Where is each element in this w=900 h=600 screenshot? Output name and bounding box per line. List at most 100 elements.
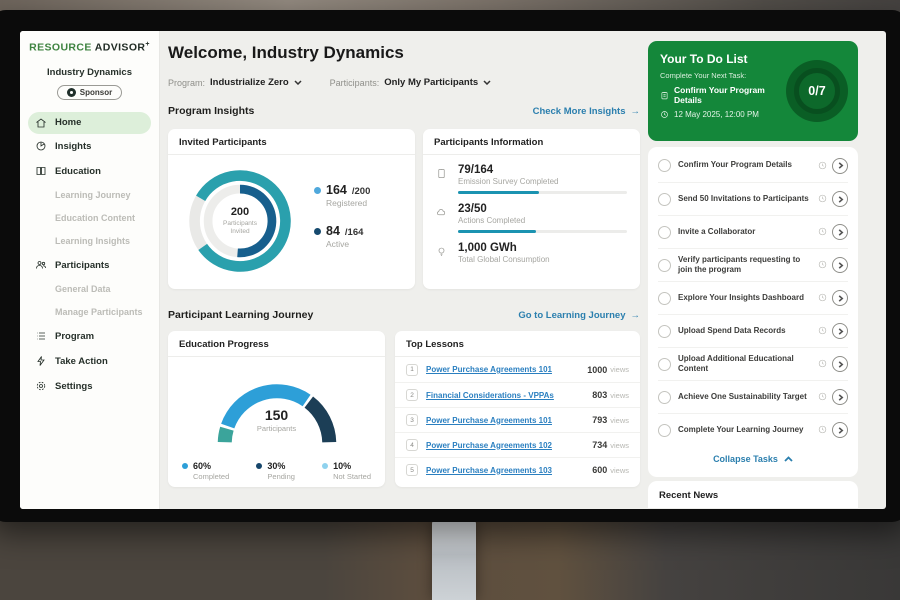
sidebar-item-manage-participants[interactable]: Manage Participants bbox=[20, 301, 159, 324]
education-gauge-chart: 150 Participants bbox=[202, 367, 352, 453]
task-clock-icon bbox=[818, 223, 827, 241]
task-go-button[interactable] bbox=[832, 290, 848, 306]
legend-value: 84 bbox=[326, 224, 340, 238]
check-more-insights-link[interactable]: Check More Insights → bbox=[533, 106, 640, 117]
clipboard-icon bbox=[660, 91, 669, 100]
sidebar-nav: Home Insights Education Learning Journey… bbox=[20, 112, 159, 399]
task-checkbox[interactable] bbox=[658, 226, 671, 239]
sidebar-item-label: Program bbox=[55, 331, 94, 342]
legend-pct: 30% bbox=[267, 461, 295, 471]
sponsor-badge: Sponsor bbox=[57, 85, 122, 100]
donut-center-label: 200 Participants Invited bbox=[182, 163, 298, 279]
lesson-link[interactable]: Power Purchase Agreements 101 bbox=[426, 416, 592, 425]
sidebar-item-settings[interactable]: Settings bbox=[20, 374, 159, 399]
people-icon bbox=[35, 259, 47, 271]
collapse-label: Collapse Tasks bbox=[713, 454, 778, 464]
task-checkbox[interactable] bbox=[658, 193, 671, 206]
lesson-views: 793 bbox=[592, 415, 607, 425]
program-dropdown[interactable]: Program: Industrialize Zero bbox=[168, 77, 302, 88]
sidebar-item-take-action[interactable]: Take Action bbox=[20, 349, 159, 374]
sidebar-item-learning-journey[interactable]: Learning Journey bbox=[20, 184, 159, 207]
sponsor-icon bbox=[67, 88, 76, 97]
task-checkbox[interactable] bbox=[658, 391, 671, 404]
task-label: Complete Your Learning Journey bbox=[678, 425, 813, 435]
donut-legend: 164 /200 Registered 84 /164 Active bbox=[314, 183, 370, 265]
sidebar-item-education-content[interactable]: Education Content bbox=[20, 207, 159, 230]
task-checkbox[interactable] bbox=[658, 358, 671, 371]
progress-track bbox=[458, 191, 627, 194]
task-label: Upload Spend Data Records bbox=[678, 326, 813, 336]
lesson-link[interactable]: Power Purchase Agreements 102 bbox=[426, 441, 592, 450]
sidebar-item-home[interactable]: Home bbox=[28, 112, 151, 134]
donut-center-value: 200 bbox=[231, 206, 249, 218]
task-go-button[interactable] bbox=[832, 257, 848, 273]
clock-icon bbox=[660, 110, 669, 119]
card-title: Top Lessons bbox=[395, 331, 640, 357]
sidebar-item-participants[interactable]: Participants bbox=[20, 253, 159, 278]
task-row: Complete Your Learning Journey bbox=[658, 413, 848, 446]
participants-label: Participants: bbox=[330, 78, 380, 88]
card-title: Education Progress bbox=[168, 331, 385, 357]
go-to-learning-journey-link[interactable]: Go to Learning Journey → bbox=[518, 310, 640, 321]
lesson-rank: 5 bbox=[406, 464, 418, 476]
gauge-center-label: 150 Participants bbox=[202, 407, 352, 433]
action-icon bbox=[35, 355, 47, 367]
info-value: 1,000 GWh bbox=[458, 242, 627, 254]
task-go-button[interactable] bbox=[832, 323, 848, 339]
task-label: Verify participants requesting to join t… bbox=[678, 255, 813, 276]
task-go-button[interactable] bbox=[832, 422, 848, 438]
task-go-button[interactable] bbox=[832, 356, 848, 372]
info-value: 23/50 bbox=[458, 203, 627, 215]
gauge-legend: 60% Completed 30% Pending 10% Not Star bbox=[168, 453, 385, 481]
lesson-link[interactable]: Power Purchase Agreements 103 bbox=[426, 466, 592, 475]
lesson-views: 734 bbox=[592, 440, 607, 450]
todo-panel: Your To Do List Complete Your Next Task:… bbox=[648, 31, 858, 509]
section-title: Program Insights bbox=[168, 105, 254, 117]
task-checkbox[interactable] bbox=[658, 424, 671, 437]
task-go-button[interactable] bbox=[832, 224, 848, 240]
task-label: Upload Additional Educational Content bbox=[678, 354, 813, 375]
sidebar-item-learning-insights[interactable]: Learning Insights bbox=[20, 230, 159, 253]
card-title: Invited Participants bbox=[168, 129, 415, 155]
task-go-button[interactable] bbox=[832, 389, 848, 405]
insights-icon bbox=[35, 140, 47, 152]
task-checkbox[interactable] bbox=[658, 259, 671, 272]
lesson-link[interactable]: Financial Considerations - VPPAs bbox=[426, 391, 592, 400]
section-title: Participant Learning Journey bbox=[168, 309, 313, 321]
participants-information-card: Participants Information 79/164 Emission… bbox=[423, 129, 640, 289]
task-go-button[interactable] bbox=[832, 191, 848, 207]
task-go-button[interactable] bbox=[832, 158, 848, 174]
sidebar-item-education[interactable]: Education bbox=[20, 159, 159, 184]
lesson-views-suffix: views bbox=[610, 391, 629, 400]
collapse-tasks-link[interactable]: Collapse Tasks bbox=[658, 446, 848, 470]
participants-dropdown[interactable]: Participants: Only My Participants bbox=[330, 77, 492, 88]
sidebar-item-label: Participants bbox=[55, 260, 109, 271]
info-value: 79/164 bbox=[458, 164, 627, 176]
lesson-views-suffix: views bbox=[610, 365, 629, 374]
legend-value: 164 bbox=[326, 183, 347, 197]
actions-icon bbox=[436, 203, 450, 233]
info-label: Total Global Consumption bbox=[458, 255, 627, 264]
task-clock-icon bbox=[818, 256, 827, 274]
legend-denominator: /200 bbox=[352, 186, 371, 197]
task-clock-icon bbox=[818, 289, 827, 307]
sidebar-item-general-data[interactable]: General Data bbox=[20, 278, 159, 301]
legend-item-not-started: 10% Not Started bbox=[322, 461, 371, 481]
sidebar: RESOURCE ADVISOR+ Industry Dynamics Spon… bbox=[20, 31, 160, 509]
legend-item-pending: 30% Pending bbox=[256, 461, 295, 481]
progress-track bbox=[458, 230, 627, 233]
sidebar-item-program[interactable]: Program bbox=[20, 324, 159, 349]
list-icon bbox=[35, 330, 47, 342]
sidebar-item-label: Education Content bbox=[55, 213, 135, 223]
recent-news-title: Recent News bbox=[648, 481, 858, 509]
lesson-link[interactable]: Power Purchase Agreements 101 bbox=[426, 365, 587, 374]
sidebar-item-label: Manage Participants bbox=[55, 307, 143, 317]
program-value: Industrialize Zero bbox=[210, 77, 289, 88]
lesson-views: 600 bbox=[592, 465, 607, 475]
info-row-consumption: 1,000 GWh Total Global Consumption bbox=[423, 233, 640, 264]
task-row: Achieve One Sustainability Target bbox=[658, 380, 848, 413]
task-checkbox[interactable] bbox=[658, 159, 671, 172]
sidebar-item-insights[interactable]: Insights bbox=[20, 134, 159, 159]
task-checkbox[interactable] bbox=[658, 325, 671, 338]
task-checkbox[interactable] bbox=[658, 292, 671, 305]
